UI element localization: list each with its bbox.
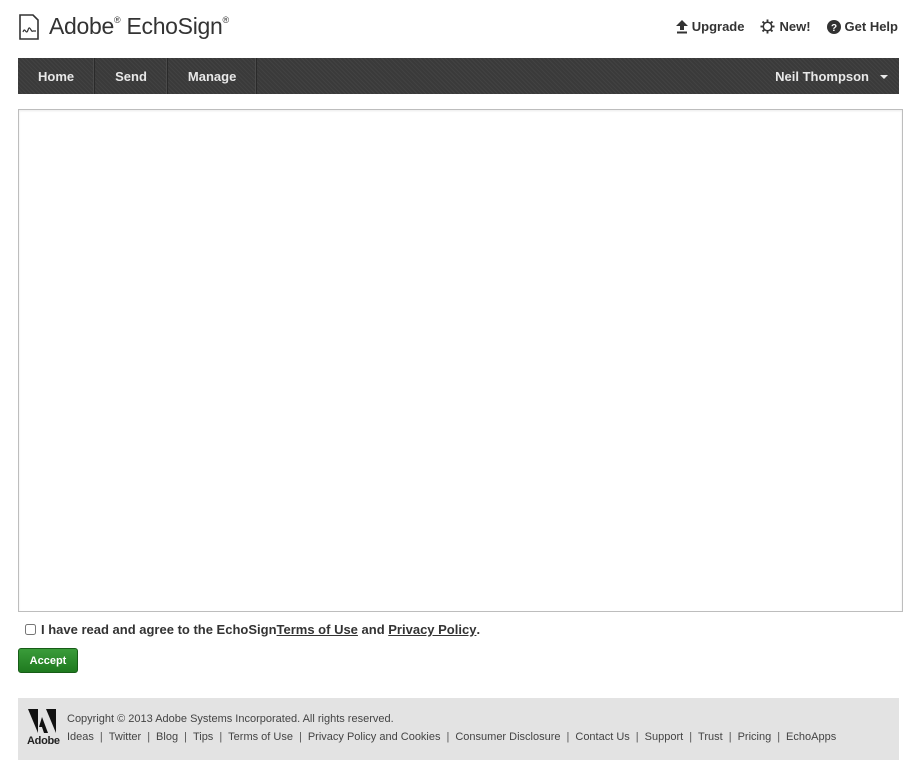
footer-link-echoapps[interactable]: EchoApps xyxy=(786,731,836,743)
footer-link-ideas[interactable]: Ideas xyxy=(67,731,94,743)
gear-icon xyxy=(760,19,775,34)
svg-text:?: ? xyxy=(830,23,836,34)
terms-document-frame[interactable] xyxy=(18,109,903,612)
footer-link-support[interactable]: Support xyxy=(645,731,684,743)
help-icon: ? xyxy=(826,19,841,34)
accept-button[interactable]: Accept xyxy=(18,648,78,673)
agreement-row: I have read and agree to the EchoSign Te… xyxy=(25,622,480,637)
main-navbar: Home Send Manage Neil Thompson xyxy=(18,58,899,94)
agreement-text-before: I have read and agree to the EchoSign xyxy=(41,622,277,637)
adobe-logo-icon xyxy=(28,709,56,733)
agreement-text-end: . xyxy=(476,622,481,637)
new-link[interactable]: New! xyxy=(760,19,811,34)
user-menu[interactable]: Neil Thompson xyxy=(775,58,899,94)
footer-link-pricing[interactable]: Pricing xyxy=(738,731,772,743)
footer-links: Ideas | Twitter | Blog | Tips | Terms of Use… xyxy=(67,731,837,743)
footer: Adobe Copyright © 2013 Adobe Systems Inc… xyxy=(18,698,899,760)
copyright-text: Copyright © 2013 Adobe Systems Incorpora… xyxy=(67,713,394,725)
get-help-label: Get Help xyxy=(844,19,898,34)
footer-link-contact[interactable]: Contact Us xyxy=(575,731,629,743)
new-label: New! xyxy=(779,19,811,34)
footer-link-terms[interactable]: Terms of Use xyxy=(228,731,293,743)
nav-send[interactable]: Send xyxy=(95,58,168,94)
top-links: Upgrade New! ? Get Help xyxy=(675,19,898,34)
get-help-link[interactable]: ? Get Help xyxy=(826,19,898,34)
footer-link-trust[interactable]: Trust xyxy=(698,731,723,743)
upgrade-link[interactable]: Upgrade xyxy=(675,19,745,34)
brand-wordmark: Adobe® EchoSign® xyxy=(49,13,229,39)
privacy-policy-link[interactable]: Privacy Policy xyxy=(388,622,476,637)
upload-arrow-icon xyxy=(675,19,688,33)
footer-link-consumer-disclosure[interactable]: Consumer Disclosure xyxy=(455,731,560,743)
agreement-text-middle: and xyxy=(357,622,389,637)
chevron-down-icon xyxy=(880,74,888,79)
echosign-logo[interactable]: Adobe® EchoSign® xyxy=(18,13,229,40)
agree-checkbox[interactable] xyxy=(25,624,36,635)
footer-link-tips[interactable]: Tips xyxy=(193,731,213,743)
nav-manage[interactable]: Manage xyxy=(168,58,258,94)
upgrade-label: Upgrade xyxy=(691,19,745,34)
echosign-document-icon xyxy=(19,13,39,40)
nav-home[interactable]: Home xyxy=(18,58,96,94)
user-name: Neil Thompson xyxy=(775,68,869,84)
footer-link-twitter[interactable]: Twitter xyxy=(109,731,141,743)
adobe-logo-text: Adobe xyxy=(27,735,60,747)
footer-link-privacy[interactable]: Privacy Policy and Cookies xyxy=(308,731,441,743)
terms-of-use-link[interactable]: Terms of Use xyxy=(277,622,358,637)
footer-link-blog[interactable]: Blog xyxy=(156,731,178,743)
